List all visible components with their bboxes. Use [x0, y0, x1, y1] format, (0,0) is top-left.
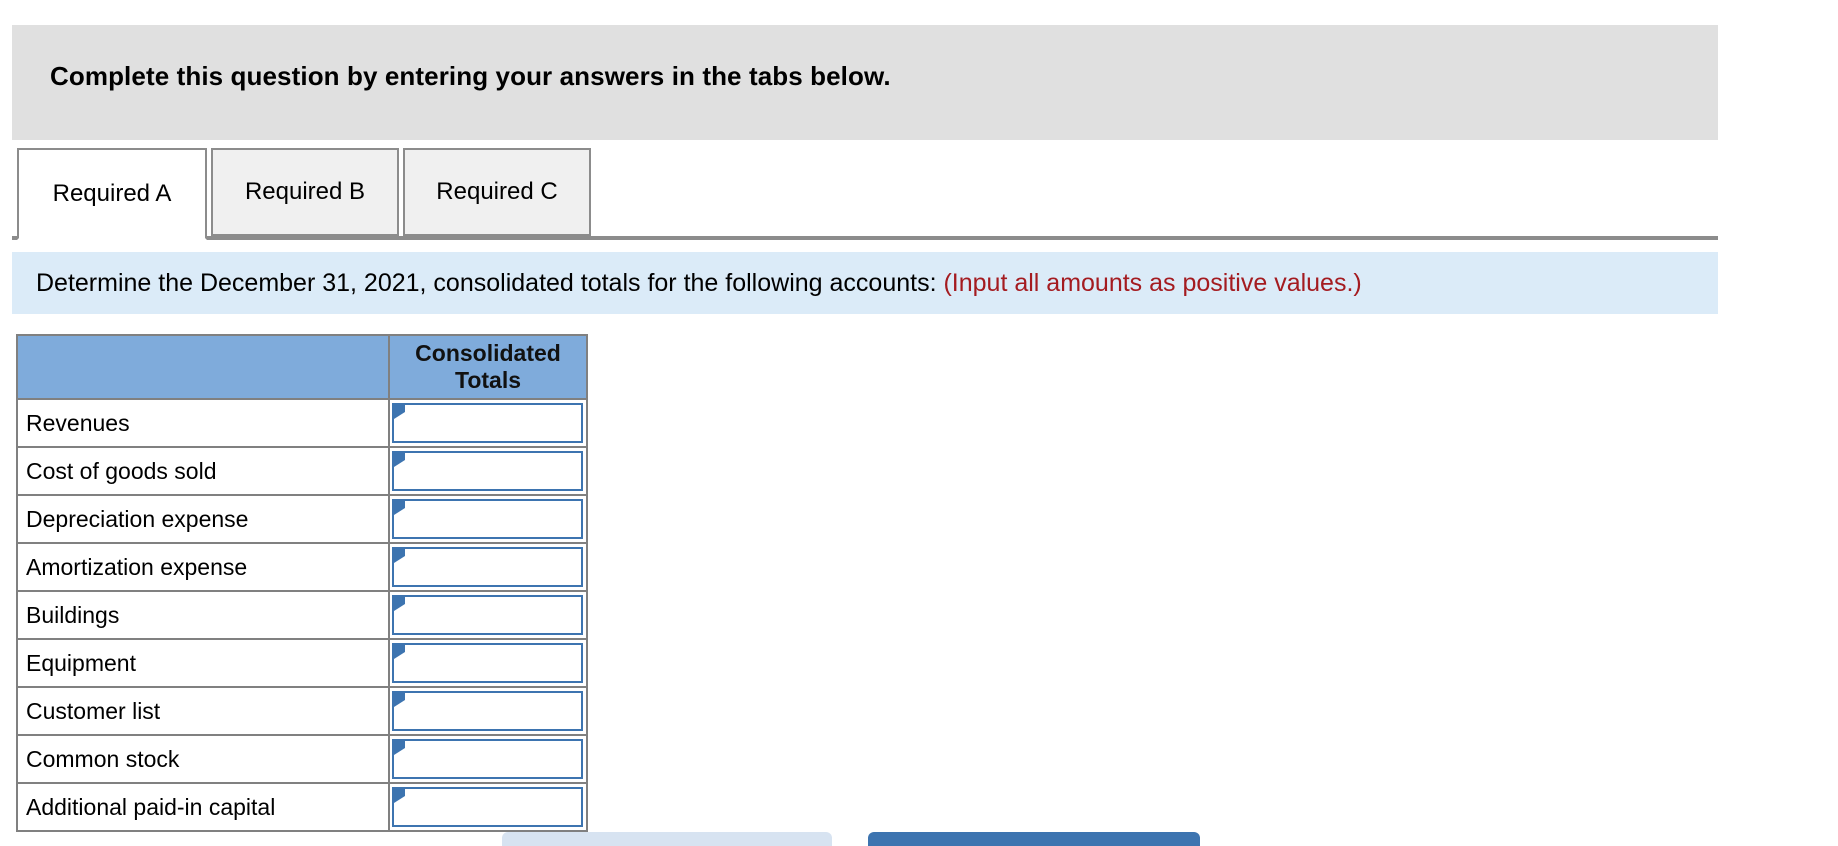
table-row: Common stock: [16, 734, 588, 784]
row-label: Cost of goods sold: [16, 446, 390, 496]
row-label: Equipment: [16, 638, 390, 688]
table-header: Consolidated Totals: [16, 334, 588, 400]
tab-strip: Required A Required B Required C: [0, 148, 1838, 240]
answer-input[interactable]: [394, 596, 581, 633]
answer-input-wrapper: [392, 450, 583, 491]
answer-input-wrapper: [392, 642, 583, 683]
answer-input[interactable]: [394, 404, 581, 441]
consolidated-totals-table: Consolidated Totals Revenues Cost of good…: [16, 334, 588, 832]
row-label: Depreciation expense: [16, 494, 390, 544]
answer-input-wrapper: [392, 786, 583, 827]
row-label: Additional paid-in capital: [16, 782, 390, 832]
answer-input-wrapper: [392, 546, 583, 587]
column-header-account: [16, 334, 390, 400]
row-value-cell[interactable]: [388, 782, 588, 832]
table-body: Revenues Cost of goods sold Depreciation e…: [16, 398, 588, 832]
tab-required-b[interactable]: Required B: [211, 148, 399, 236]
answer-input-wrapper: [392, 594, 583, 635]
answer-input-wrapper: [392, 690, 583, 731]
table-row: Depreciation expense: [16, 494, 588, 544]
next-button[interactable]: [868, 832, 1200, 846]
answer-input[interactable]: [394, 500, 581, 537]
table-header-row: Consolidated Totals: [16, 334, 588, 400]
row-value-cell[interactable]: [388, 494, 588, 544]
question-banner-title: Complete this question by entering your …: [50, 61, 891, 91]
answer-input[interactable]: [394, 692, 581, 729]
instruction-note: (Input all amounts as positive values.): [943, 269, 1362, 297]
tab-strip-baseline: [12, 236, 1718, 240]
answer-input[interactable]: [394, 788, 581, 825]
instruction-main: Determine the December 31, 2021, consoli…: [36, 269, 937, 297]
row-value-cell[interactable]: [388, 638, 588, 688]
row-value-cell[interactable]: [388, 686, 588, 736]
table-row: Equipment: [16, 638, 588, 688]
row-value-cell[interactable]: [388, 542, 588, 592]
row-label: Common stock: [16, 734, 390, 784]
row-label: Amortization expense: [16, 542, 390, 592]
answer-input[interactable]: [394, 548, 581, 585]
tab-required-a[interactable]: Required A: [17, 148, 207, 240]
table-row: Additional paid-in capital: [16, 782, 588, 832]
tab-required-b-label: Required B: [244, 178, 366, 205]
table-row: Revenues: [16, 398, 588, 448]
row-value-cell[interactable]: [388, 398, 588, 448]
column-header-consolidated-totals: Consolidated Totals: [388, 334, 588, 400]
previous-button[interactable]: [502, 832, 832, 846]
answer-input[interactable]: [394, 740, 581, 777]
row-value-cell[interactable]: [388, 734, 588, 784]
row-value-cell[interactable]: [388, 446, 588, 496]
tab-required-c[interactable]: Required C: [403, 148, 591, 236]
row-label: Customer list: [16, 686, 390, 736]
row-label: Buildings: [16, 590, 390, 640]
instruction-text: Determine the December 31, 2021, consoli…: [36, 266, 1362, 300]
table-row: Customer list: [16, 686, 588, 736]
answer-input-wrapper: [392, 738, 583, 779]
answer-input-wrapper: [392, 498, 583, 539]
table-row: Amortization expense: [16, 542, 588, 592]
question-banner: Complete this question by entering your …: [12, 25, 1718, 140]
instruction-bar: Determine the December 31, 2021, consoli…: [12, 252, 1718, 314]
answer-input[interactable]: [394, 452, 581, 489]
footer-button-row: [0, 832, 1838, 846]
row-label: Revenues: [16, 398, 390, 448]
row-value-cell[interactable]: [388, 590, 588, 640]
tab-required-a-label: Required A: [52, 180, 172, 207]
tab-required-c-label: Required C: [436, 178, 558, 205]
table-row: Cost of goods sold: [16, 446, 588, 496]
answer-input[interactable]: [394, 644, 581, 681]
answer-input-wrapper: [392, 402, 583, 443]
table-row: Buildings: [16, 590, 588, 640]
